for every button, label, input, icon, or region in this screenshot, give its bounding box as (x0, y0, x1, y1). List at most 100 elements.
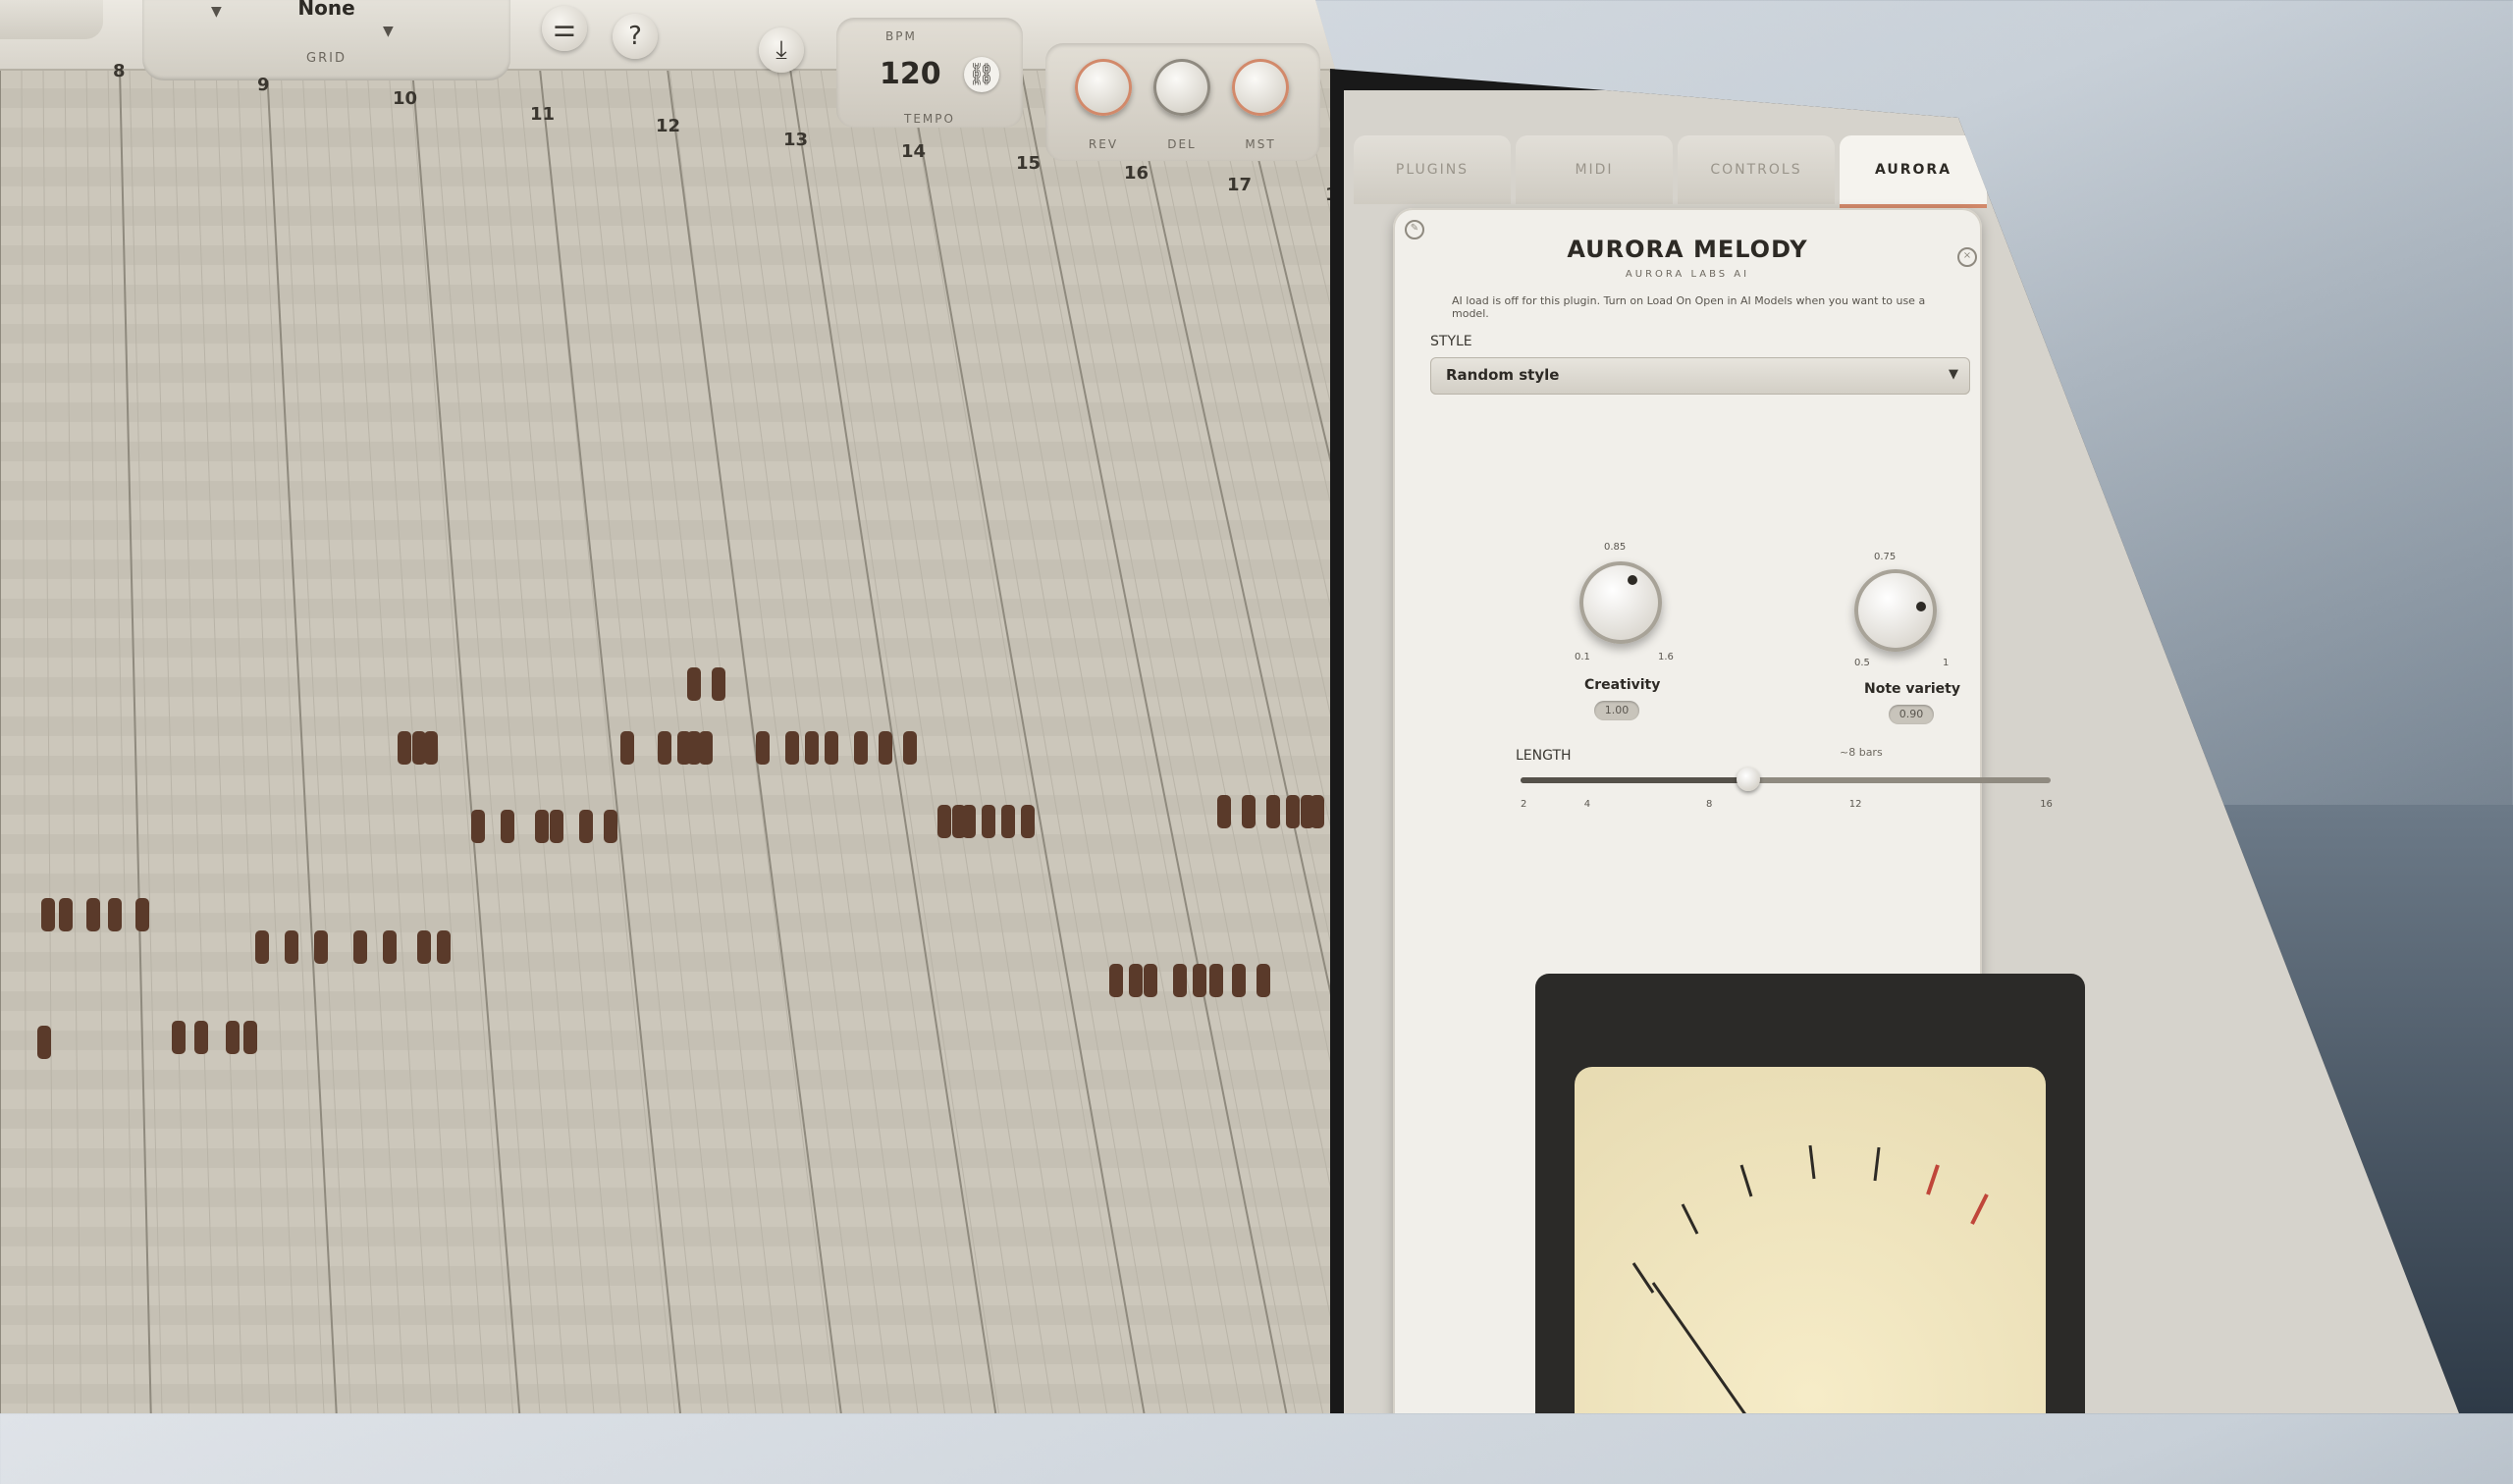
creativity-value[interactable]: 1.00 (1594, 701, 1639, 720)
beat-line (172, 68, 217, 1413)
beat-line (64, 68, 81, 1413)
tab-aurora[interactable]: AURORA (1840, 135, 1987, 208)
midi-note[interactable] (1001, 805, 1015, 838)
midi-note[interactable] (1286, 795, 1300, 828)
midi-note[interactable] (59, 898, 73, 931)
mixer-button[interactable]: ⚌ (542, 6, 587, 51)
midi-note[interactable] (41, 898, 55, 931)
midi-note[interactable] (879, 731, 892, 765)
midi-note[interactable] (383, 930, 397, 964)
beat-line (215, 68, 271, 1413)
tab-controls[interactable]: CONTROLS (1678, 135, 1835, 204)
grid-selector[interactable]: ▼ None ▼ GRID (142, 0, 510, 80)
midi-note[interactable] (314, 930, 328, 964)
midi-note[interactable] (658, 731, 671, 765)
midi-note[interactable] (937, 805, 951, 838)
midi-note[interactable] (805, 731, 819, 765)
reverb-knob[interactable] (1075, 59, 1132, 116)
vu-meter (1535, 974, 2085, 1413)
midi-note[interactable] (699, 731, 713, 765)
midi-note[interactable] (825, 731, 838, 765)
midi-note[interactable] (756, 731, 770, 765)
midi-note[interactable] (1144, 964, 1157, 997)
midi-note[interactable] (471, 810, 485, 843)
master-knob[interactable] (1232, 59, 1289, 116)
midi-note[interactable] (962, 805, 976, 838)
ruler-bar-number: 16 (1124, 163, 1150, 184)
midi-note[interactable] (108, 898, 122, 931)
midi-note[interactable] (1217, 795, 1231, 828)
midi-note[interactable] (1310, 795, 1324, 828)
style-dropdown[interactable]: Random style ▼ (1430, 357, 1970, 395)
grid-label: GRID (306, 51, 347, 66)
midi-note[interactable] (86, 898, 100, 931)
bpm-value[interactable]: 120 (880, 57, 941, 91)
midi-note[interactable] (903, 731, 917, 765)
midi-note[interactable] (1232, 964, 1246, 997)
tab-plugins[interactable]: PLUGINS (1354, 135, 1511, 204)
midi-note[interactable] (1209, 964, 1223, 997)
midi-note[interactable] (417, 930, 431, 964)
creativity-knob[interactable] (1579, 561, 1662, 644)
midi-note[interactable] (412, 731, 426, 765)
delay-knob[interactable] (1153, 59, 1210, 116)
midi-note[interactable] (226, 1021, 240, 1054)
midi-note[interactable] (1193, 964, 1206, 997)
plugin-window-body: PLUGINS MIDI CONTROLS AURORA ✎ AURORA ME… (1344, 90, 2459, 1413)
minimize-button[interactable]: – (1890, 71, 1898, 91)
midi-note[interactable] (550, 810, 563, 843)
ruler-bar-number: 17 (1227, 175, 1253, 195)
export-button[interactable]: ⤓ (759, 27, 804, 73)
midi-note[interactable] (398, 731, 411, 765)
creativity-max: 1.6 (1658, 652, 1674, 662)
midi-note[interactable] (982, 805, 995, 838)
midi-note[interactable] (620, 731, 634, 765)
midi-note[interactable] (285, 930, 298, 964)
beat-line (820, 68, 1027, 1413)
midi-note[interactable] (535, 810, 549, 843)
midi-note[interactable] (1173, 964, 1187, 997)
midi-note[interactable] (1021, 805, 1035, 838)
beat-line (42, 68, 55, 1413)
midi-note[interactable] (172, 1021, 186, 1054)
help-button[interactable]: ? (613, 14, 658, 59)
midi-note[interactable] (437, 930, 451, 964)
midi-note[interactable] (1242, 795, 1256, 828)
length-slider[interactable] (1521, 768, 2051, 791)
midi-note[interactable] (1109, 964, 1123, 997)
midi-note[interactable] (135, 898, 149, 931)
beat-line (323, 68, 405, 1413)
midi-note[interactable] (604, 810, 617, 843)
plugin-info-text: AI load is off for this plugin. Turn on … (1452, 294, 1926, 320)
close-icon[interactable]: × (1957, 247, 1977, 267)
midi-note[interactable] (501, 810, 514, 843)
midi-note[interactable] (243, 1021, 257, 1054)
midi-note[interactable] (37, 1026, 51, 1059)
grid-value: None (297, 0, 355, 20)
ruler-bar-number: 11 (530, 104, 556, 125)
midi-note[interactable] (1266, 795, 1280, 828)
note-variety-knob[interactable] (1854, 569, 1937, 652)
note-variety-value[interactable]: 0.90 (1889, 705, 1934, 724)
close-window-button[interactable]: × (1924, 71, 1939, 91)
mixer-icon: ⚌ (553, 14, 576, 43)
midi-note[interactable] (353, 930, 367, 964)
midi-note[interactable] (424, 731, 438, 765)
note-variety-min: 0.5 (1854, 658, 1870, 668)
creativity-min: 0.1 (1575, 652, 1590, 662)
beat-line (863, 68, 1081, 1413)
midi-note[interactable] (194, 1021, 208, 1054)
midi-note[interactable] (1256, 964, 1270, 997)
tempo-link-button[interactable]: ⛓ (964, 57, 999, 92)
midi-note[interactable] (579, 810, 593, 843)
midi-note[interactable] (854, 731, 868, 765)
length-slider-thumb[interactable] (1737, 768, 1761, 791)
midi-note[interactable] (785, 731, 799, 765)
midi-note[interactable] (1129, 964, 1143, 997)
midi-note[interactable] (712, 667, 725, 701)
midi-note[interactable] (687, 731, 701, 765)
chevron-down-icon[interactable]: ▼ (383, 24, 394, 39)
midi-note[interactable] (255, 930, 269, 964)
midi-note[interactable] (687, 667, 701, 701)
tab-midi[interactable]: MIDI (1516, 135, 1673, 204)
